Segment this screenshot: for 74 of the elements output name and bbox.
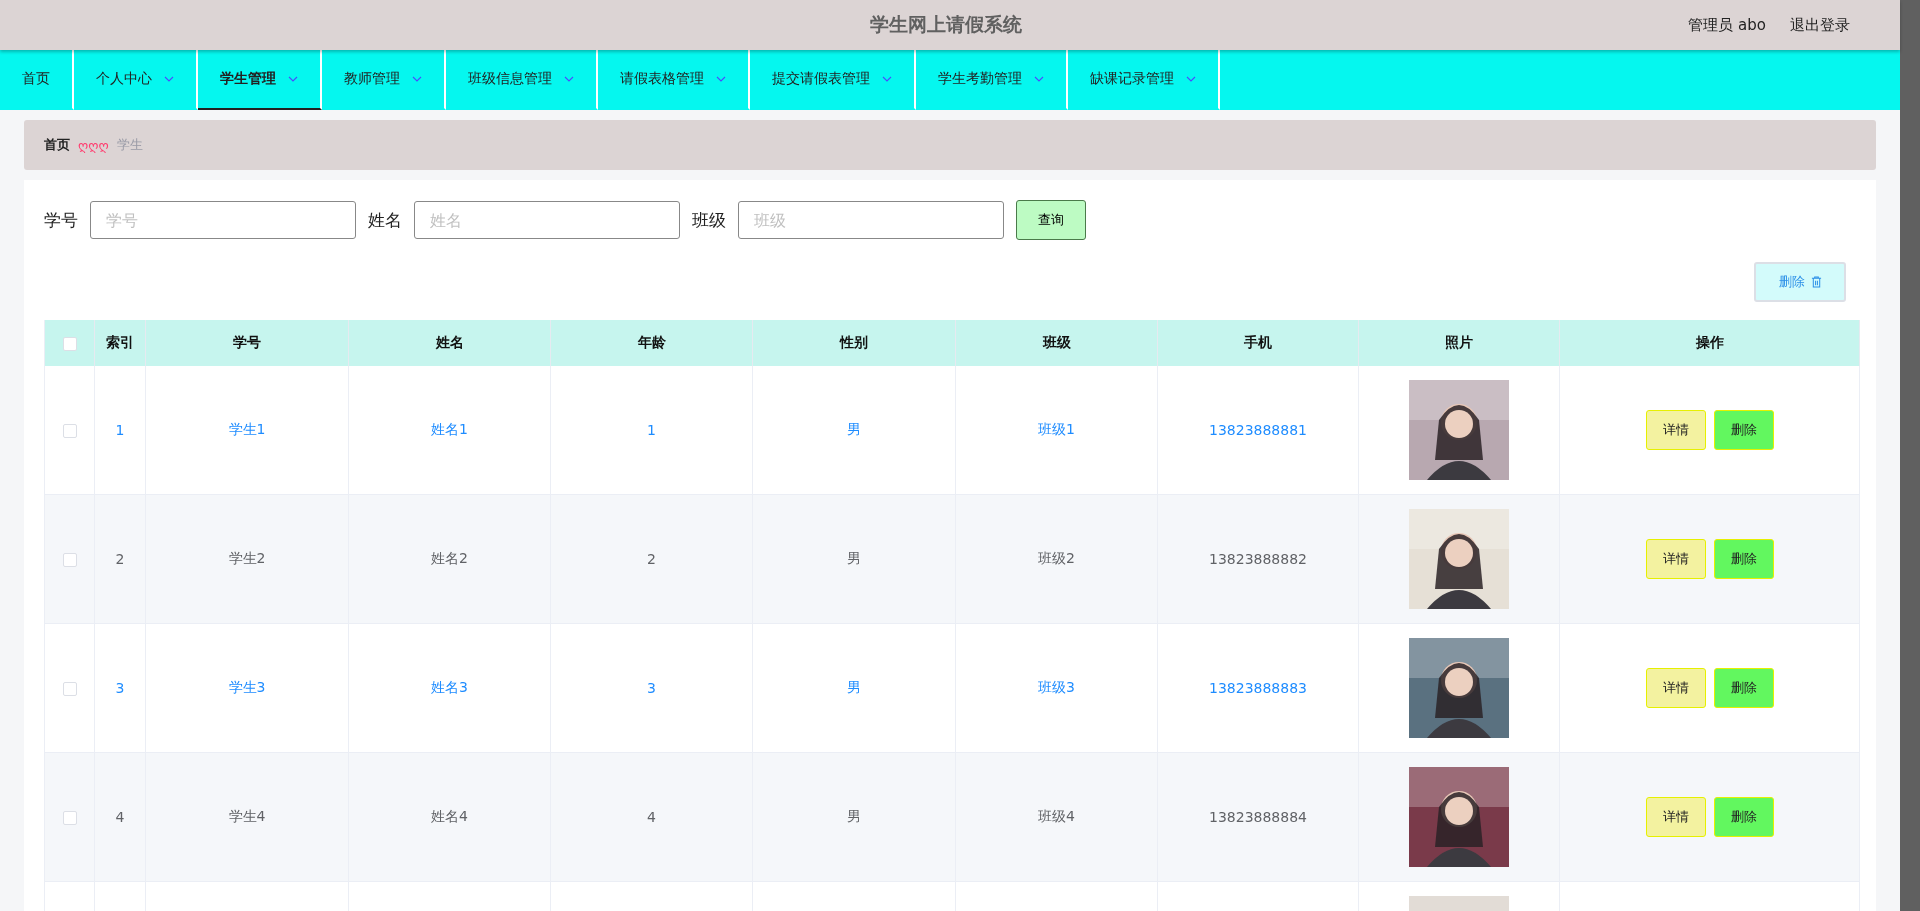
field-label: 姓名 [368,208,402,232]
column-header: 照片 [1358,320,1560,366]
table-cell: 13823888883 [1157,623,1359,753]
nav-tab[interactable]: 请假表格管理 [598,50,750,110]
table-cell: 2 [94,494,146,624]
nav-tab[interactable]: 提交请假表管理 [750,50,916,110]
detail-button[interactable]: 详情 [1645,797,1706,837]
table-cell: 1 [94,366,146,495]
logout-link[interactable]: 退出登录 [1790,15,1850,35]
table-cell: 学生1 [145,366,349,495]
field-label: 班级 [692,208,726,232]
nav-tab[interactable]: 个人中心 [74,50,198,110]
table-cell: 2 [550,494,753,624]
table-cell: 姓名1 [348,366,551,495]
field-label: 学号 [44,208,78,232]
table-cell: 13823888884 [1157,752,1359,882]
delete-row-button[interactable]: 删除 [1713,410,1774,450]
table-cell: 姓名3 [348,623,551,753]
row-checkbox[interactable] [62,424,77,438]
column-header: 索引 [94,320,146,366]
delete-row-button[interactable]: 删除 [1713,539,1774,579]
search-field[interactable]: 姓名 [414,201,680,239]
table-cell: 3 [550,623,753,753]
table-cell: 班级2 [955,494,1158,624]
table-cell: 4 [94,752,146,882]
user-label: 管理员 abo [1688,15,1766,35]
breadcrumb-separator: ღღღ [78,137,109,153]
table-cell: 13823888882 [1157,494,1359,624]
detail-button[interactable]: 详情 [1645,668,1706,708]
nav-tab[interactable]: 首页 [0,50,74,110]
trash-icon [1810,276,1822,288]
column-header: 性别 [752,320,956,366]
table-cell: 学生2 [145,494,349,624]
table-cell: 13823888881 [1157,366,1359,495]
search-field[interactable]: 班级 [738,201,1004,239]
table-cell: 3 [94,623,146,753]
row-checkbox[interactable] [62,682,77,696]
app-title: 学生网上请假系统 [870,12,1022,37]
table-cell: 学生3 [145,623,349,753]
column-header: 学号 [145,320,349,366]
column-header: 手机 [1157,320,1359,366]
breadcrumb-home[interactable]: 首页 [44,136,70,154]
column-header: 年龄 [550,320,753,366]
table-cell: 姓名2 [348,494,551,624]
table-cell: 男 [752,623,956,753]
nav-tab[interactable]: 学生考勤管理 [916,50,1068,110]
table-cell: 男 [752,494,956,624]
nav-tab[interactable]: 学生管理 [198,50,322,110]
query-button[interactable]: 查询 [1016,200,1086,240]
nav-tab[interactable]: 班级信息管理 [446,50,598,110]
column-header: 班级 [955,320,1158,366]
table-cell: 姓名4 [348,752,551,882]
table-cell: 班级4 [955,752,1158,882]
nav-tab[interactable]: 教师管理 [322,50,446,110]
detail-button[interactable]: 详情 [1645,539,1706,579]
table-cell: 班级1 [955,366,1158,495]
scrollbar[interactable] [1900,0,1920,911]
table-cell: 1 [550,366,753,495]
select-all-checkbox[interactable] [62,337,77,351]
table-cell: 学生4 [145,752,349,882]
row-checkbox[interactable] [62,553,77,567]
row-checkbox[interactable] [62,811,77,825]
table-cell: 班级3 [955,623,1158,753]
delete-row-button[interactable]: 删除 [1713,668,1774,708]
column-header: 操作 [1559,320,1860,366]
table-cell: 4 [550,752,753,882]
breadcrumb-current: 学生 [116,136,143,154]
delete-row-button[interactable]: 删除 [1713,797,1774,837]
detail-button[interactable]: 详情 [1645,410,1706,450]
column-header: 姓名 [348,320,551,366]
search-field[interactable]: 学号 [90,201,356,239]
table-cell: 男 [752,366,956,495]
table-cell: 男 [752,752,956,882]
nav-tab[interactable]: 缺课记录管理 [1068,50,1220,110]
